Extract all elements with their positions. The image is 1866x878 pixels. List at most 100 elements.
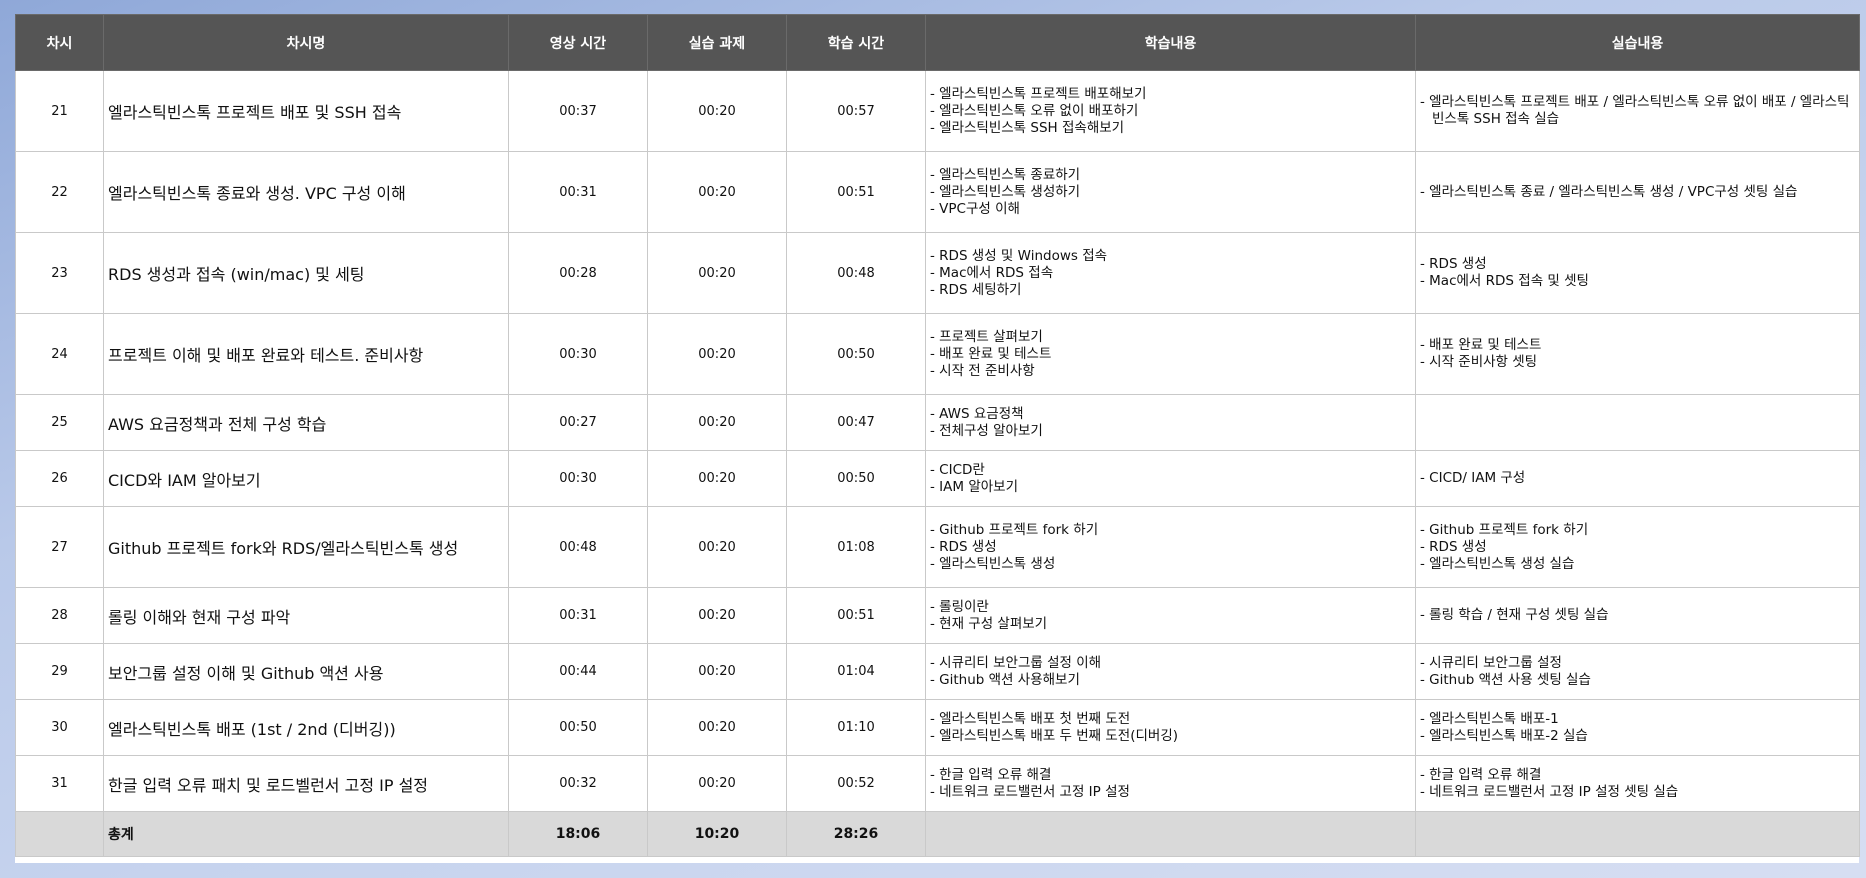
content-item: - 네트워크 로드밸런서 고정 IP 설정 xyxy=(930,783,1130,800)
content-item: - CICD란 xyxy=(930,461,985,478)
content-item: - 엘라스틱빈스톡 생성 xyxy=(930,555,1056,572)
row-no: 28 xyxy=(15,587,104,644)
total-task-time: 10:20 xyxy=(647,811,787,857)
total-empty-cell xyxy=(15,811,104,857)
row-practice: - 한글 입력 오류 해결 - 네트워크 로드밸런서 고정 IP 설정 셋팅 실습 xyxy=(1415,755,1860,812)
row-video-time: 00:27 xyxy=(508,394,648,451)
content-list: - 롤링이란 - 현재 구성 살펴보기 xyxy=(930,599,1409,633)
row-practice: - 시큐리티 보안그룹 설정 - Github 액션 사용 셋팅 실습 xyxy=(1415,643,1860,700)
total-row: 총계 18:06 10:20 28:26 xyxy=(15,811,1860,857)
row-video-time: 00:31 xyxy=(508,587,648,644)
row-video-time: 00:31 xyxy=(508,151,648,233)
practice-item: - 한글 입력 오류 해결 xyxy=(1420,766,1542,783)
table-row: 25 AWS 요금정책과 전체 구성 학습 00:27 00:20 00:47- AWS… xyxy=(15,394,1860,451)
practice-list: - 시큐리티 보안그룹 설정 - Github 액션 사용 셋팅 실습 xyxy=(1420,655,1853,689)
row-title: 엘라스틱빈스톡 배포 (1st / 2nd (디버깅)) xyxy=(103,699,509,756)
practice-list: - Github 프로젝트 fork 하기 - RDS 생성 - 엘라스틱빈스톡 생… xyxy=(1420,522,1853,573)
practice-item: - RDS 생성 xyxy=(1420,256,1487,272)
practice-item: - Github 프로젝트 fork 하기 xyxy=(1420,521,1589,538)
content-list: - Github 프로젝트 fork 하기 - RDS 생성 - 엘라스틱빈스톡 생… xyxy=(930,522,1409,573)
content-item: - Mac에서 RDS 접속 xyxy=(930,264,1054,281)
row-practice: - 롤링 학습 / 현재 구성 셋팅 실습 xyxy=(1415,587,1860,644)
practice-item: - 엘라스틱빈스톡 종료 / 엘라스틱빈스톡 생성 / VPC구성 셋팅 실습 xyxy=(1420,183,1798,200)
row-content: - 시큐리티 보안그룹 설정 이해 - Github 액션 사용해보기 xyxy=(925,643,1416,700)
row-video-time: 00:32 xyxy=(508,755,648,812)
row-study-time: 01:04 xyxy=(786,643,926,700)
total-video-time: 18:06 xyxy=(508,811,648,857)
content-item: - Github 프로젝트 fork 하기 xyxy=(930,521,1099,538)
practice-item: - Github 액션 사용 셋팅 실습 xyxy=(1420,671,1591,688)
row-title: AWS 요금정책과 전체 구성 학습 xyxy=(103,394,509,451)
content-list: - RDS 생성 및 Windows 접속 - Mac에서 RDS 접속 - RDS… xyxy=(930,248,1409,299)
curriculum-table: 차시 차시명 영상 시간 실습 과제 학습 시간 학습내용 실습내용 21 엘라스… xyxy=(15,14,1860,857)
content-item: - 엘라스틱빈스톡 프로젝트 배포해보기 xyxy=(930,85,1147,102)
header-title: 차시명 xyxy=(103,14,509,71)
row-no: 31 xyxy=(15,755,104,812)
content-list: - 엘라스틱빈스톡 프로젝트 배포해보기 - 엘라스틱빈스톡 오류 없이 배포하기… xyxy=(930,86,1409,137)
header-practice: 실습내용 xyxy=(1415,14,1860,71)
row-title: Github 프로젝트 fork와 RDS/엘라스틱빈스톡 생성 xyxy=(103,506,509,588)
row-study-time: 00:50 xyxy=(786,450,926,507)
practice-list: - 엘라스틱빈스톡 배포-1- 엘라스틱빈스톡 배포-2 실습 xyxy=(1420,711,1853,745)
practice-item: - 네트워크 로드밸런서 고정 IP 설정 셋팅 실습 xyxy=(1420,783,1679,800)
row-practice: - 배포 완료 및 테스트 - 시작 준비사항 셋팅 xyxy=(1415,313,1860,395)
practice-item: - 엘라스틱빈스톡 프로젝트 배포 / 엘라스틱빈스톡 오류 없이 배포 / 엘… xyxy=(1420,94,1850,127)
table-body: 21 엘라스틱빈스톡 프로젝트 배포 및 SSH 접속 00:37 00:20 00:5… xyxy=(15,70,1860,812)
row-no: 21 xyxy=(15,70,104,152)
content-item: - 롤링이란 xyxy=(930,598,989,615)
header-video-time: 영상 시간 xyxy=(508,14,648,71)
row-content: - 엘라스틱빈스톡 종료하기 - 엘라스틱빈스톡 생성하기 - VPC구성 이해 xyxy=(925,151,1416,233)
content-item: - VPC구성 이해 xyxy=(930,200,1020,217)
row-no: 29 xyxy=(15,643,104,700)
row-video-time: 00:37 xyxy=(508,70,648,152)
row-content: - 엘라스틱빈스톡 프로젝트 배포해보기 - 엘라스틱빈스톡 오류 없이 배포하기… xyxy=(925,70,1416,152)
row-content: - 엘라스틱빈스톡 배포 첫 번째 도전 - 엘라스틱빈스톡 배포 두 번째 도전… xyxy=(925,699,1416,756)
practice-item: - 시작 준비사항 셋팅 xyxy=(1420,354,1538,370)
row-task-time: 00:20 xyxy=(647,70,787,152)
row-task-time: 00:20 xyxy=(647,699,787,756)
row-task-time: 00:20 xyxy=(647,313,787,395)
row-practice: - RDS 생성 - Mac에서 RDS 접속 및 셋팅 xyxy=(1415,232,1860,314)
row-video-time: 00:48 xyxy=(508,506,648,588)
row-title: 보안그룹 설정 이해 및 Github 액션 사용 xyxy=(103,643,509,700)
row-no: 26 xyxy=(15,450,104,507)
row-no: 22 xyxy=(15,151,104,233)
table-row: 28 롤링 이해와 현재 구성 파악 00:31 00:20 00:51- 롤링이란 - … xyxy=(15,587,1860,644)
content-item: - RDS 생성 xyxy=(930,538,997,555)
content-list: - AWS 요금정책 - 전체구성 알아보기 xyxy=(930,406,1409,440)
content-list: - 한글 입력 오류 해결 - 네트워크 로드밸런서 고정 IP 설정 xyxy=(930,767,1409,801)
content-item: - 엘라스틱빈스톡 오류 없이 배포하기 xyxy=(930,102,1139,119)
row-task-time: 00:20 xyxy=(647,755,787,812)
content-item: - 엘라스틱빈스톡 생성하기 xyxy=(930,183,1081,200)
row-title: 엘라스틱빈스톡 프로젝트 배포 및 SSH 접속 xyxy=(103,70,509,152)
row-practice xyxy=(1415,394,1860,451)
practice-list: - RDS 생성 - Mac에서 RDS 접속 및 셋팅 xyxy=(1420,256,1853,290)
row-content: - 프로젝트 살펴보기 - 배포 완료 및 테스트 - 시작 전 준비사항 xyxy=(925,313,1416,395)
content-item: - 엘라스틱빈스톡 종료하기 xyxy=(930,166,1081,183)
content-list: - 엘라스틱빈스톡 종료하기 - 엘라스틱빈스톡 생성하기 - VPC구성 이해 xyxy=(930,167,1409,218)
row-no: 27 xyxy=(15,506,104,588)
table-row: 29 보안그룹 설정 이해 및 Github 액션 사용 00:44 00:20 01:… xyxy=(15,643,1860,700)
content-item: - 엘라스틱빈스톡 SSH 접속해보기 xyxy=(930,119,1125,136)
row-title: 롤링 이해와 현재 구성 파악 xyxy=(103,587,509,644)
table-row: 21 엘라스틱빈스톡 프로젝트 배포 및 SSH 접속 00:37 00:20 00:5… xyxy=(15,70,1860,152)
row-no: 24 xyxy=(15,313,104,395)
practice-list: - 배포 완료 및 테스트 - 시작 준비사항 셋팅 xyxy=(1420,337,1853,371)
row-title: 한글 입력 오류 패치 및 로드벨런서 고정 IP 설정 xyxy=(103,755,509,812)
practice-item: - 시큐리티 보안그룹 설정 xyxy=(1420,654,1562,671)
content-item: - 전체구성 알아보기 xyxy=(930,422,1043,439)
table-row: 30 엘라스틱빈스톡 배포 (1st / 2nd (디버깅)) 00:50 00:20… xyxy=(15,699,1860,756)
header-task: 실습 과제 xyxy=(647,14,787,71)
row-title: CICD와 IAM 알아보기 xyxy=(103,450,509,507)
content-item: - 엘라스틱빈스톡 배포 첫 번째 도전 xyxy=(930,710,1131,727)
row-content: - Github 프로젝트 fork 하기 - RDS 생성 - 엘라스틱빈스톡 생… xyxy=(925,506,1416,588)
total-content-empty xyxy=(925,811,1416,857)
table-row: 31 한글 입력 오류 패치 및 로드벨런서 고정 IP 설정 00:32 00:20… xyxy=(15,755,1860,812)
row-study-time: 00:52 xyxy=(786,755,926,812)
row-no: 30 xyxy=(15,699,104,756)
table-row: 24 프로젝트 이해 및 배포 완료와 테스트. 준비사항 00:30 00:20 00… xyxy=(15,313,1860,395)
content-item: - Github 액션 사용해보기 xyxy=(930,671,1080,688)
content-list: - 시큐리티 보안그룹 설정 이해 - Github 액션 사용해보기 xyxy=(930,655,1409,689)
content-item: - RDS 생성 및 Windows 접속 xyxy=(930,247,1108,264)
row-task-time: 00:20 xyxy=(647,506,787,588)
